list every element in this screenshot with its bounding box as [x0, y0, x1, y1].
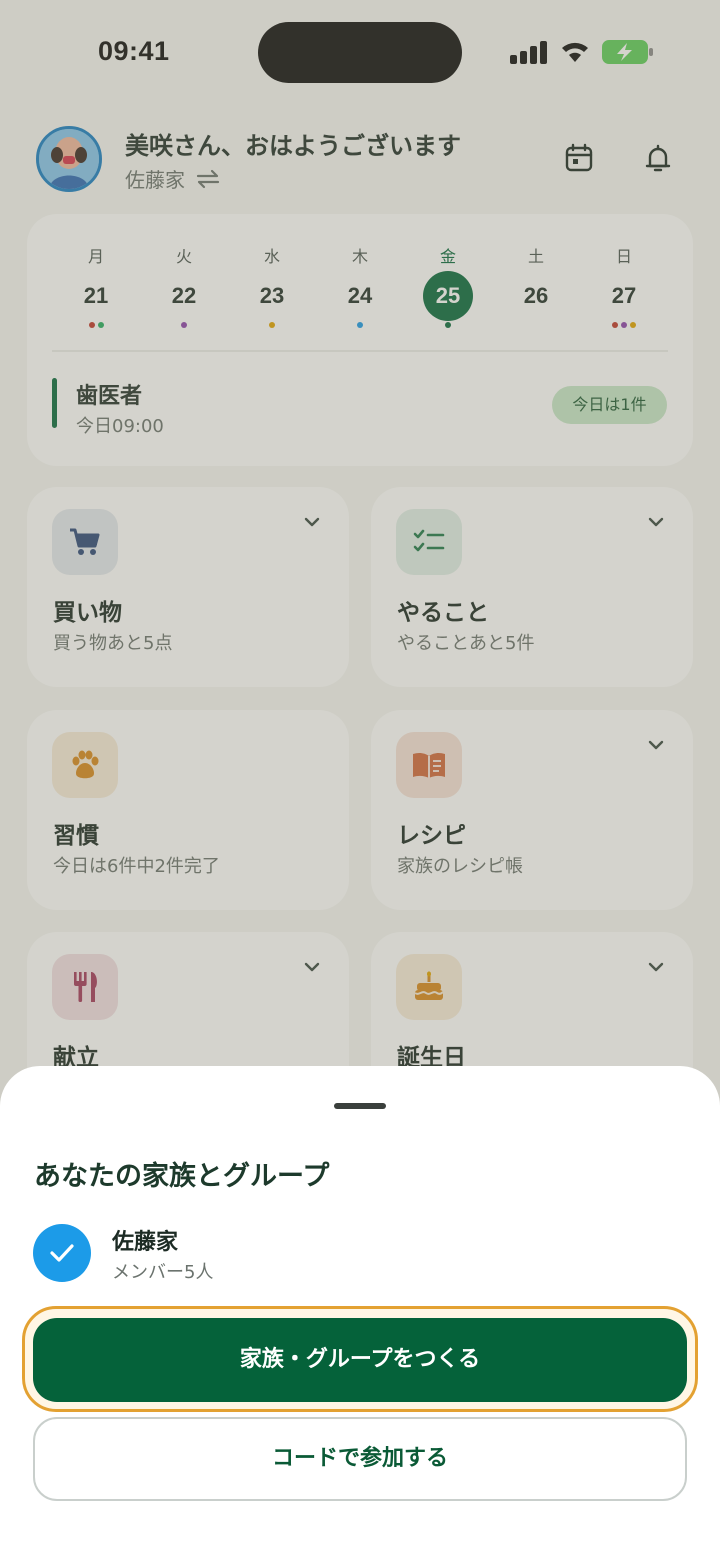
create-group-button[interactable]: 家族・グループをつくる: [33, 1318, 687, 1402]
group-member-count: メンバー5人: [112, 1262, 214, 1283]
join-with-code-button[interactable]: コードで参加する: [33, 1417, 687, 1501]
selected-check-icon[interactable]: [33, 1224, 91, 1282]
sheet-title: あなたの家族とグループ: [34, 1161, 330, 1192]
group-name[interactable]: 佐藤家: [112, 1224, 178, 1256]
sheet-grabber[interactable]: [334, 1103, 386, 1109]
